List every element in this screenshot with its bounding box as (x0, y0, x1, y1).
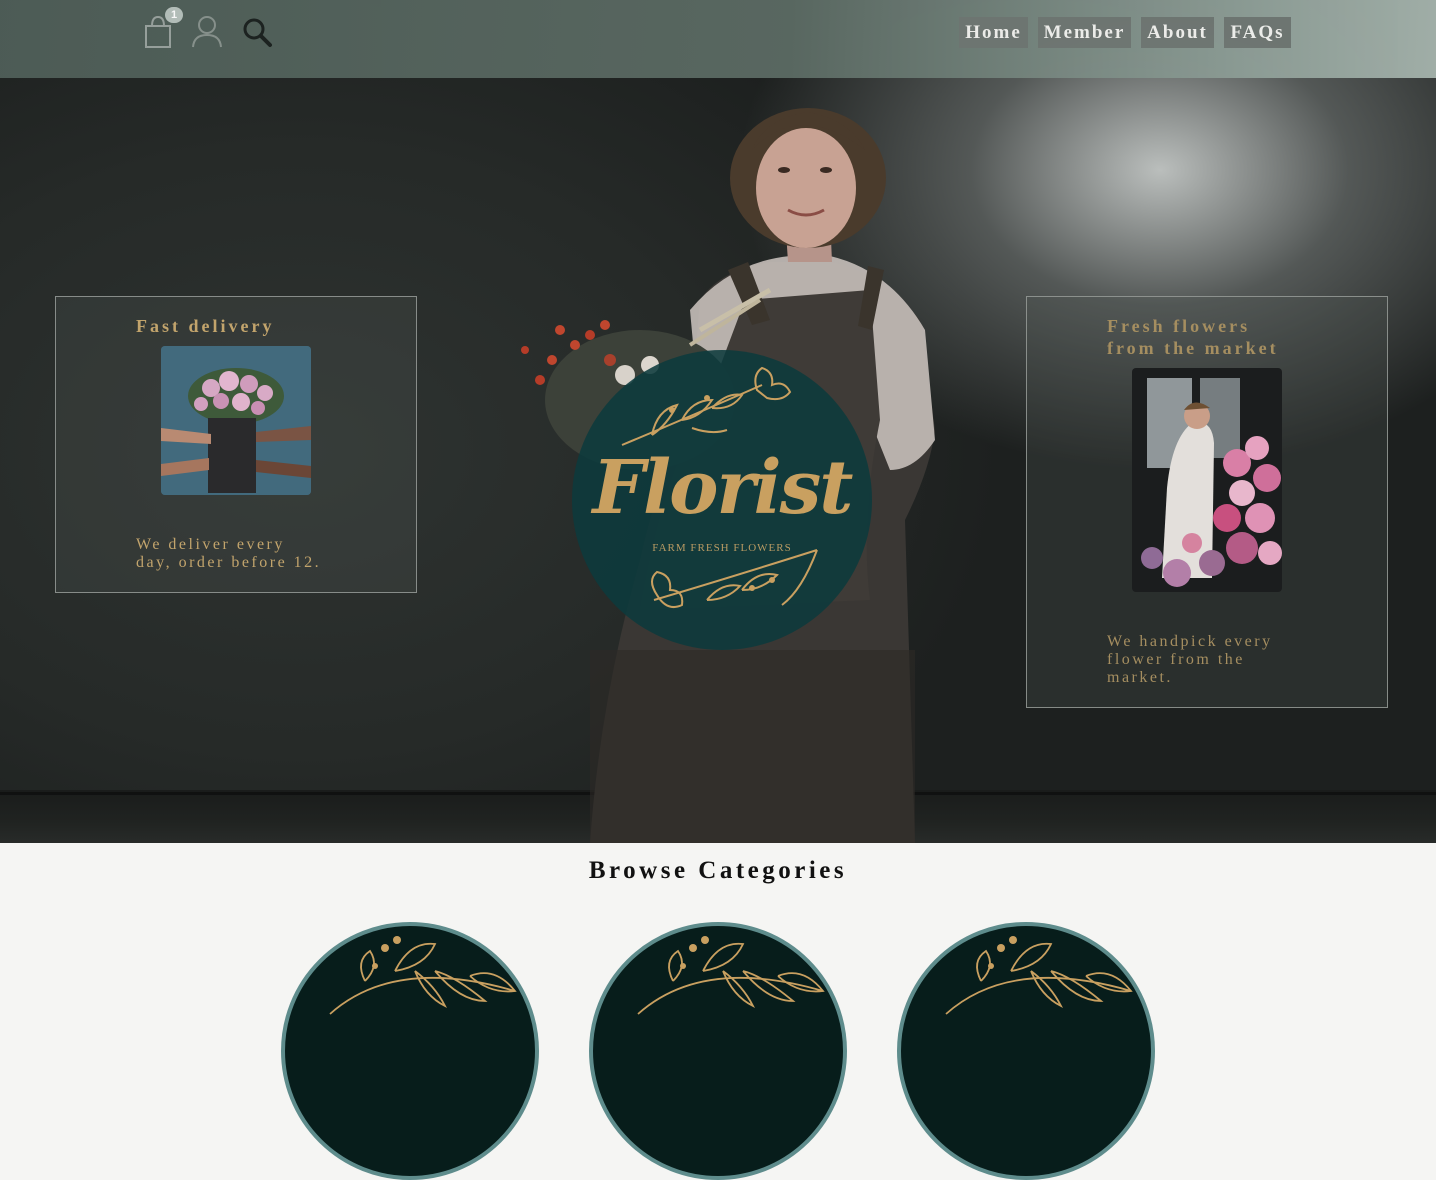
florist-logo: Florist FARM FRESH FLOWERS (572, 350, 872, 650)
cart-count-badge: 1 (165, 7, 183, 23)
market-text-line-2: flower from the (1107, 651, 1245, 668)
search-icon[interactable] (240, 14, 274, 50)
fast-delivery-card: Fast delivery We deliver every day, orde… (55, 296, 417, 593)
category-circle-2[interactable] (589, 922, 847, 1180)
delivery-text-line-2: day, order before 12. (136, 554, 322, 571)
account-icon[interactable] (190, 14, 224, 50)
delivery-photo (161, 346, 311, 495)
top-navigation-bar: 1 Home Member About FAQs (0, 0, 1436, 78)
category-circle-3[interactable] (897, 922, 1155, 1180)
category-3-leaf-icon (945, 936, 1133, 1015)
category-1-leaf-icon (329, 936, 517, 1015)
fresh-flowers-card: Fresh flowers from the market We handpic… (1026, 296, 1388, 708)
nav-about[interactable]: About (1141, 17, 1214, 48)
nav-faqs[interactable]: FAQs (1224, 17, 1291, 48)
market-text-line-3: market. (1107, 669, 1173, 686)
fresh-flowers-title-line-2: from the market (1107, 338, 1279, 358)
delivery-text-line-1: We deliver every (136, 536, 285, 553)
logo-wordmark: Florist (592, 445, 854, 531)
nav-home[interactable]: Home (959, 17, 1028, 48)
nav-member[interactable]: Member (1038, 17, 1131, 48)
market-photo (1132, 368, 1282, 592)
category-2-leaf-icon (637, 936, 825, 1015)
fresh-flowers-title-line-1: Fresh flowers (1107, 316, 1251, 336)
category-circle-1[interactable] (281, 922, 539, 1180)
browse-categories-title: Browse Categories (588, 857, 848, 884)
fast-delivery-title: Fast delivery (136, 316, 275, 336)
market-text-line-1: We handpick every (1107, 633, 1273, 650)
logo-tagline: FARM FRESH FLOWERS (652, 542, 792, 554)
